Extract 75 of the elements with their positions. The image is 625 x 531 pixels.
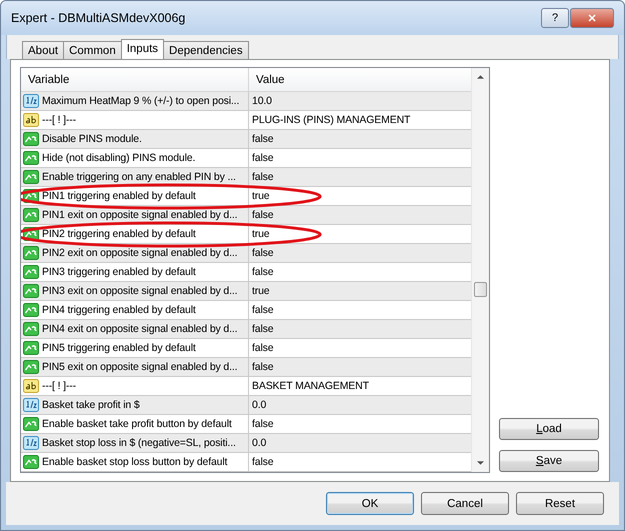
variable-name: ---[ ! ]---: [42, 380, 76, 392]
variable-name: Enable basket stop loss button by default: [42, 456, 228, 468]
variable-value: false: [252, 152, 274, 164]
variable-value: false: [252, 171, 274, 183]
scroll-up-icon[interactable]: [477, 75, 484, 79]
column-header[interactable]: Value: [249, 68, 285, 91]
text-type-icon: [23, 113, 39, 127]
boolean-type-icon: [23, 246, 39, 260]
boolean-type-icon: [23, 208, 39, 222]
boolean-type-icon: [23, 303, 39, 317]
variable-value: BASKET MANAGEMENT: [252, 380, 369, 392]
variable-value: false: [252, 342, 274, 354]
boolean-type-icon: [23, 265, 39, 279]
scroll-down-icon[interactable]: [477, 461, 484, 465]
boolean-type-icon: [23, 417, 39, 431]
column-header[interactable]: Variable: [21, 68, 249, 91]
variable-name: PIN5 exit on opposite signal enabled by d...: [42, 361, 238, 373]
tab[interactable]: About: [22, 41, 64, 59]
variable-value: false: [252, 323, 274, 335]
text-type-icon: [23, 379, 39, 393]
dialog-button[interactable]: Cancel: [421, 492, 509, 515]
variable-value: false: [252, 247, 274, 259]
variable-name: PIN2 exit on opposite signal enabled by d...: [42, 247, 238, 259]
tab[interactable]: Common: [63, 41, 122, 59]
variable-name: PIN1 triggering enabled by default: [42, 190, 196, 202]
variable-value: false: [252, 456, 274, 468]
boolean-type-icon: [23, 360, 39, 374]
dialog-button[interactable]: Reset: [516, 492, 604, 515]
variable-value: false: [252, 266, 274, 278]
variable-value: 10.0: [252, 95, 272, 107]
variable-name: Enable triggering on any enabled PIN by ...: [42, 171, 236, 183]
variable-name: PIN4 exit on opposite signal enabled by d...: [42, 323, 238, 335]
boolean-type-icon: [23, 132, 39, 146]
variable-value: 0.0: [252, 437, 266, 449]
boolean-type-icon: [23, 341, 39, 355]
boolean-type-icon: [23, 151, 39, 165]
variable-name: PIN5 triggering enabled by default: [42, 342, 196, 354]
scrollbar[interactable]: [471, 68, 489, 472]
variable-name: Disable PINS module.: [42, 133, 142, 145]
variable-name: PIN3 triggering enabled by default: [42, 266, 196, 278]
dialog-button[interactable]: OK: [326, 492, 414, 515]
tab[interactable]: Inputs: [120, 39, 164, 59]
variable-value: false: [252, 418, 274, 430]
tab[interactable]: Dependencies: [163, 41, 249, 59]
variable-value: false: [252, 361, 274, 373]
number-type-icon: [23, 398, 39, 412]
variable-name: Basket stop loss in $ (negative=SL, positi...: [42, 437, 236, 449]
side-button[interactable]: Load: [499, 418, 599, 440]
boolean-type-icon: [23, 284, 39, 298]
scroll-thumb[interactable]: [474, 282, 487, 297]
variable-name: Maximum HeatMap 9 % (+/-) to open posi...: [42, 95, 240, 107]
variable-value: false: [252, 304, 274, 316]
variable-name: ---[ ! ]---: [42, 114, 76, 126]
window-title: Expert - DBMultiASMdevX006g: [11, 11, 186, 25]
variable-name: Basket take profit in $: [42, 399, 140, 411]
variable-name: Hide (not disabling) PINS module.: [42, 152, 196, 164]
variable-value: true: [252, 228, 270, 240]
variable-value: true: [252, 190, 270, 202]
variable-value: false: [252, 209, 274, 221]
variable-value: false: [252, 133, 274, 145]
variable-value: true: [252, 285, 270, 297]
boolean-type-icon: [23, 322, 39, 336]
help-button[interactable]: ?: [541, 8, 569, 28]
variable-name: PIN4 triggering enabled by default: [42, 304, 196, 316]
number-type-icon: [23, 436, 39, 450]
boolean-type-icon: [23, 455, 39, 469]
variable-value: 0.0: [252, 399, 266, 411]
boolean-type-icon: [23, 170, 39, 184]
variable-value: PLUG-INS (PINS) MANAGEMENT: [252, 114, 410, 126]
variable-name: PIN1 exit on opposite signal enabled by d...: [42, 209, 238, 221]
variable-name: PIN2 triggering enabled by default: [42, 228, 196, 240]
number-type-icon: [23, 94, 39, 108]
side-button[interactable]: Save: [499, 450, 599, 472]
variable-name: PIN3 exit on opposite signal enabled by d...: [42, 285, 238, 297]
variable-name: Enable basket take profit button by default: [42, 418, 232, 430]
